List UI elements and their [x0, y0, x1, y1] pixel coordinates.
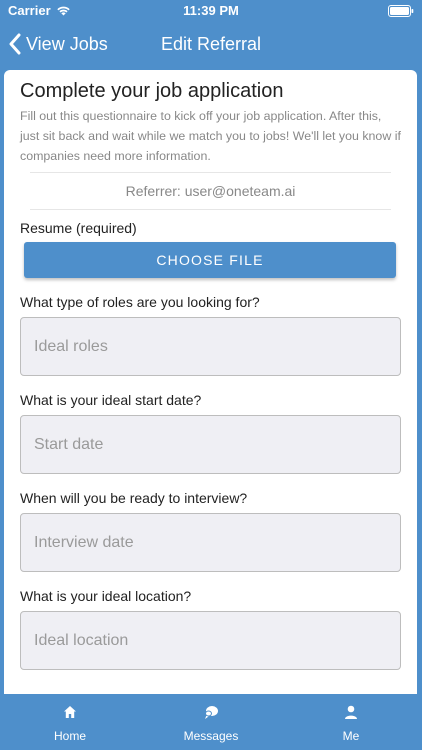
home-icon	[64, 706, 76, 718]
interview-date-input[interactable]	[20, 513, 401, 572]
tab-bar: Home Messages Me	[0, 694, 422, 750]
location-question-label: What is your ideal location?	[20, 588, 192, 604]
person-icon	[345, 705, 357, 719]
tab-me[interactable]: Me	[281, 694, 421, 750]
messages-icon	[205, 706, 218, 719]
card-description: Fill out this questionnaire to kick off …	[20, 109, 401, 163]
tab-messages-label: Messages	[183, 729, 239, 743]
scroll-content[interactable]: Complete your job application Fill out t…	[0, 66, 422, 694]
tab-messages[interactable]: Messages	[141, 694, 281, 750]
ideal-roles-input[interactable]	[20, 317, 401, 376]
application-card: Complete your job application Fill out t…	[4, 70, 417, 694]
tab-me-label: Me	[342, 729, 360, 743]
card-title: Complete your job application	[20, 80, 284, 102]
divider	[30, 209, 391, 210]
page-title-text: Edit Referral	[160, 34, 262, 54]
tab-home-label: Home	[53, 729, 86, 743]
status-time: 11:39 PM	[183, 3, 239, 18]
interview-question-label: When will you be ready to interview?	[20, 490, 248, 506]
battery-icon	[388, 5, 414, 17]
roles-question-label: What type of roles are you looking for?	[20, 294, 260, 310]
navigation-bar: View Jobs Edit Referral	[0, 22, 422, 66]
start-date-input[interactable]	[20, 415, 401, 474]
ideal-location-input[interactable]	[20, 611, 401, 670]
status-bar: Carrier 11:39 PM	[0, 0, 422, 22]
choose-file-button[interactable]: CHOOSE FILE	[24, 242, 396, 278]
tab-home[interactable]: Home	[0, 694, 140, 750]
resume-label: Resume (required)	[20, 220, 137, 236]
page-title: Edit Referral	[0, 34, 422, 55]
start-date-question-label: What is your ideal start date?	[20, 392, 202, 408]
referrer-text: Referrer: user@oneteam.ai	[125, 183, 296, 199]
